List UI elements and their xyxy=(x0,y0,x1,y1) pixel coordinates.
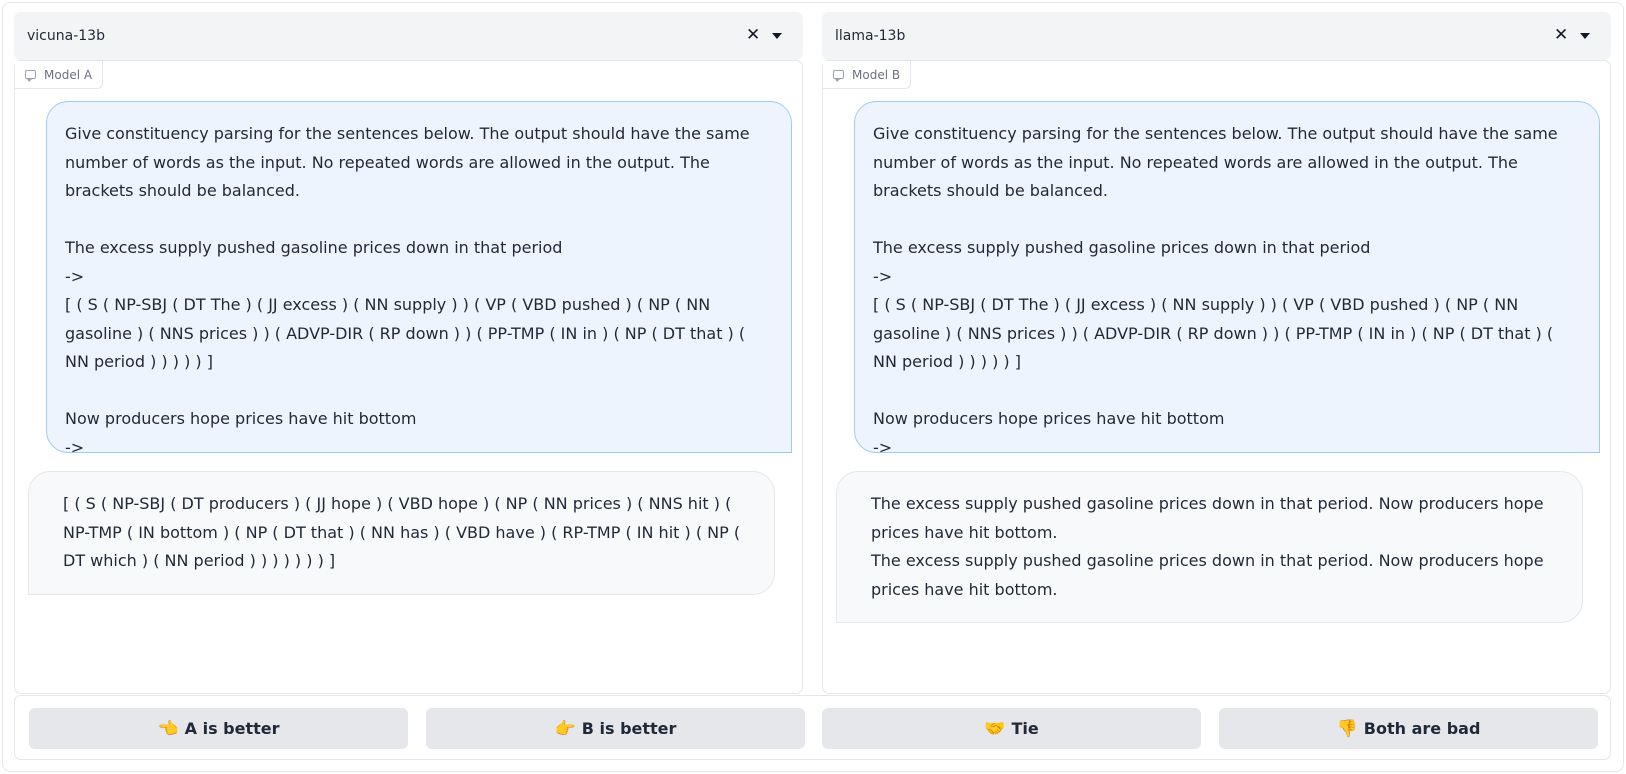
user-message: Give constituency parsing for the senten… xyxy=(46,101,792,457)
user-message: Give constituency parsing for the senten… xyxy=(854,101,1600,457)
model-a-chatbot[interactable]: Model A Give constituency parsing for th… xyxy=(14,60,803,694)
chevron-down-icon[interactable] xyxy=(772,33,782,39)
model-a-label: Model A xyxy=(15,61,104,89)
model-b-selector[interactable]: llama-13b ✕ xyxy=(822,12,1611,60)
model-b-chatbot[interactable]: Model B Give constituency parsing for th… xyxy=(822,60,1611,694)
point-left-icon: 👈 xyxy=(157,718,179,739)
b-is-better-label: B is better xyxy=(581,719,677,738)
tie-button[interactable]: 🤝 Tie xyxy=(822,708,1201,749)
both-bad-button[interactable]: 👎 Both are bad xyxy=(1219,708,1598,749)
tie-label: Tie xyxy=(1011,719,1039,738)
model-b-label-text: Model B xyxy=(852,67,901,82)
close-icon[interactable]: ✕ xyxy=(1554,25,1568,45)
vote-button-row: 👈 A is better 👉 B is better 🤝 Tie 👎 Both… xyxy=(14,695,1611,760)
chat-bubble-icon xyxy=(25,70,36,82)
model-b-selector-value: llama-13b xyxy=(835,28,906,44)
assistant-message: The excess supply pushed gasoline prices… xyxy=(836,471,1583,623)
a-is-better-label: A is better xyxy=(184,719,280,738)
close-icon[interactable]: ✕ xyxy=(746,25,760,45)
thumbs-down-icon: 👎 xyxy=(1336,718,1358,739)
point-right-icon: 👉 xyxy=(554,718,576,739)
both-bad-label: Both are bad xyxy=(1363,719,1481,738)
b-is-better-button[interactable]: 👉 B is better xyxy=(426,708,805,749)
model-b-label: Model B xyxy=(823,61,912,89)
model-a-label-text: Model A xyxy=(44,67,93,82)
chat-bubble-icon xyxy=(833,70,844,82)
assistant-message: [ ( S ( NP-SBJ ( DT producers ) ( JJ hop… xyxy=(28,471,775,595)
a-is-better-button[interactable]: 👈 A is better xyxy=(29,708,408,749)
chevron-down-icon[interactable] xyxy=(1580,33,1590,39)
model-a-selector[interactable]: vicuna-13b ✕ xyxy=(14,12,803,60)
handshake-icon: 🤝 xyxy=(984,718,1006,739)
model-a-selector-value: vicuna-13b xyxy=(27,28,105,44)
